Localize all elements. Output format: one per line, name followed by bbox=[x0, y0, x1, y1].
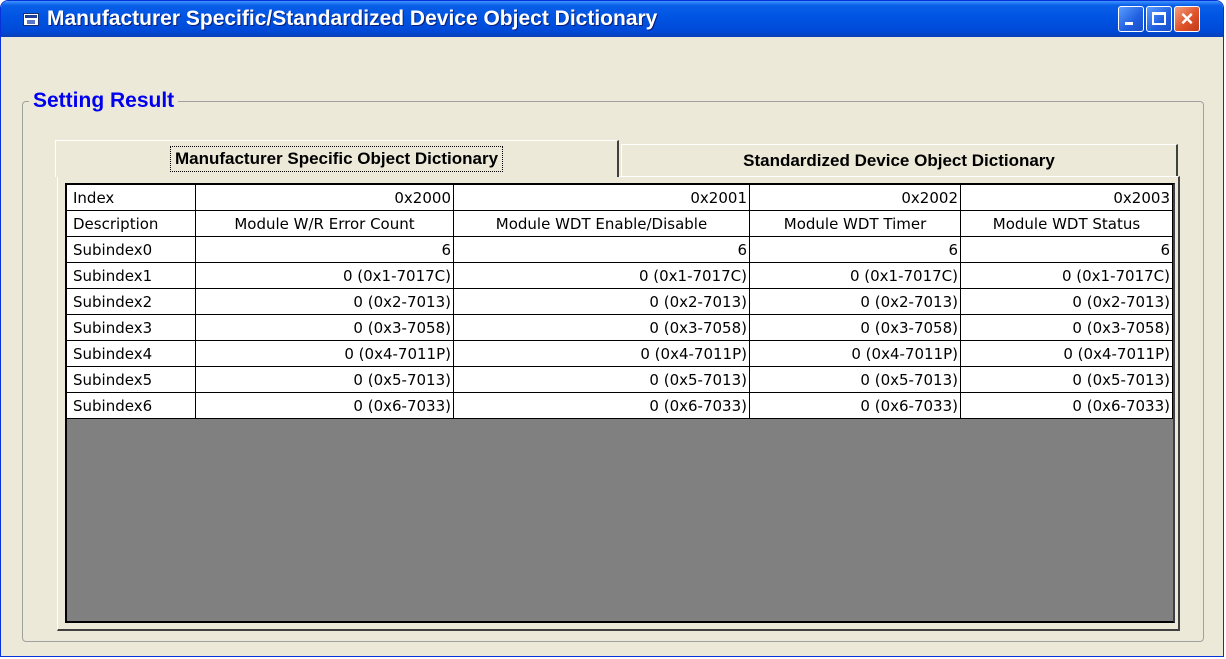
table-row: Subindex4 0 (0x4-7011P) 0 (0x4-7011P) 0 … bbox=[66, 340, 1173, 367]
minimize-button[interactable] bbox=[1118, 6, 1144, 32]
grid-cell[interactable]: 0 (0x5-7013) bbox=[960, 366, 1173, 393]
tab-standardized-device[interactable]: Standardized Device Object Dictionary bbox=[621, 144, 1178, 177]
row-header-cell[interactable]: Subindex3 bbox=[66, 314, 196, 341]
table-row: Subindex0 6 6 6 6 bbox=[66, 236, 1173, 263]
window-title: Manufacturer Specific/Standardized Devic… bbox=[47, 7, 658, 30]
grid-cell[interactable]: Module W/R Error Count bbox=[195, 210, 454, 237]
grid-cell[interactable]: 0 (0x6-7033) bbox=[960, 392, 1173, 419]
app-window-icon[interactable] bbox=[23, 13, 39, 26]
title-bar[interactable]: Manufacturer Specific/Standardized Devic… bbox=[1, 1, 1223, 37]
grid-cell[interactable]: 6 bbox=[960, 236, 1173, 263]
close-icon: × bbox=[1180, 6, 1194, 31]
grid-cell[interactable]: 0x2002 bbox=[749, 184, 961, 211]
tab-manufacturer-specific[interactable]: Manufacturer Specific Object Dictionary bbox=[55, 140, 619, 177]
grid-cell[interactable]: 0 (0x3-7058) bbox=[749, 314, 961, 341]
row-header-cell[interactable]: Subindex4 bbox=[66, 340, 196, 367]
row-header-cell[interactable]: Index bbox=[66, 184, 196, 211]
row-header-cell[interactable]: Subindex0 bbox=[66, 236, 196, 263]
grid-cell[interactable]: 0 (0x6-7033) bbox=[453, 392, 750, 419]
grid-cell[interactable]: 0 (0x2-7013) bbox=[453, 288, 750, 315]
grid-cell[interactable]: 0 (0x2-7013) bbox=[749, 288, 961, 315]
grid-cell[interactable]: 0 (0x6-7033) bbox=[195, 392, 454, 419]
grid-cell[interactable]: 0 (0x3-7058) bbox=[453, 314, 750, 341]
grid-cell[interactable]: 0 (0x3-7058) bbox=[960, 314, 1173, 341]
table-row: Subindex5 0 (0x5-7013) 0 (0x5-7013) 0 (0… bbox=[66, 366, 1173, 393]
object-dictionary-grid[interactable]: Index 0x2000 0x2001 0x2002 0x2003 Descri… bbox=[66, 184, 1173, 419]
row-header-cell[interactable]: Subindex6 bbox=[66, 392, 196, 419]
grid-cell[interactable]: Module WDT Timer bbox=[749, 210, 961, 237]
table-row: Subindex3 0 (0x3-7058) 0 (0x3-7058) 0 (0… bbox=[66, 314, 1173, 341]
grid-cell[interactable]: 0 (0x2-7013) bbox=[195, 288, 454, 315]
grid-cell[interactable]: 0x2003 bbox=[960, 184, 1173, 211]
grid-cell[interactable]: 0 (0x6-7033) bbox=[749, 392, 961, 419]
table-row: Subindex6 0 (0x6-7033) 0 (0x6-7033) 0 (0… bbox=[66, 392, 1173, 419]
grid-cell[interactable]: 0 (0x1-7017C) bbox=[195, 262, 454, 289]
row-header-cell[interactable]: Subindex2 bbox=[66, 288, 196, 315]
grid-cell[interactable]: 0 (0x4-7011P) bbox=[960, 340, 1173, 367]
grid-cell[interactable]: 0 (0x5-7013) bbox=[749, 366, 961, 393]
grid-cell[interactable]: 0 (0x5-7013) bbox=[195, 366, 454, 393]
grid-cell[interactable]: 0 (0x2-7013) bbox=[960, 288, 1173, 315]
grid-cell[interactable]: 0x2000 bbox=[195, 184, 454, 211]
grid-cell[interactable]: 0 (0x5-7013) bbox=[453, 366, 750, 393]
grid-cell[interactable]: 0 (0x1-7017C) bbox=[960, 262, 1173, 289]
minimize-icon bbox=[1125, 22, 1133, 25]
row-header-cell[interactable]: Subindex5 bbox=[66, 366, 196, 393]
table-row: Index 0x2000 0x2001 0x2002 0x2003 bbox=[66, 184, 1173, 211]
table-row: Subindex2 0 (0x2-7013) 0 (0x2-7013) 0 (0… bbox=[66, 288, 1173, 315]
table-row: Description Module W/R Error Count Modul… bbox=[66, 210, 1173, 237]
row-header-cell[interactable]: Subindex1 bbox=[66, 262, 196, 289]
table-row: Subindex1 0 (0x1-7017C) 0 (0x1-7017C) 0 … bbox=[66, 262, 1173, 289]
maximize-icon bbox=[1152, 12, 1166, 25]
grid-cell[interactable]: 0 (0x1-7017C) bbox=[453, 262, 750, 289]
grid-cell[interactable]: 0 (0x4-7011P) bbox=[195, 340, 454, 367]
grid-cell[interactable]: 6 bbox=[453, 236, 750, 263]
grid-cell[interactable]: 6 bbox=[749, 236, 961, 263]
grid-cell[interactable]: 0 (0x1-7017C) bbox=[749, 262, 961, 289]
grid-cell[interactable]: 0 (0x4-7011P) bbox=[453, 340, 750, 367]
grid-cell[interactable]: Module WDT Status bbox=[960, 210, 1173, 237]
grid-cell[interactable]: 6 bbox=[195, 236, 454, 263]
tab-label: Standardized Device Object Dictionary bbox=[743, 151, 1055, 170]
maximize-button[interactable] bbox=[1146, 6, 1172, 32]
tab-label: Manufacturer Specific Object Dictionary bbox=[169, 146, 504, 172]
grid-cell[interactable]: 0 (0x4-7011P) bbox=[749, 340, 961, 367]
groupbox-caption: Setting Result bbox=[29, 89, 179, 113]
app-window: Manufacturer Specific/Standardized Devic… bbox=[0, 0, 1224, 657]
grid-cell[interactable]: 0 (0x3-7058) bbox=[195, 314, 454, 341]
grid-cell[interactable]: Module WDT Enable/Disable bbox=[453, 210, 750, 237]
grid-cell[interactable]: 0x2001 bbox=[453, 184, 750, 211]
row-header-cell[interactable]: Description bbox=[66, 210, 196, 237]
close-button[interactable]: × bbox=[1174, 6, 1200, 32]
